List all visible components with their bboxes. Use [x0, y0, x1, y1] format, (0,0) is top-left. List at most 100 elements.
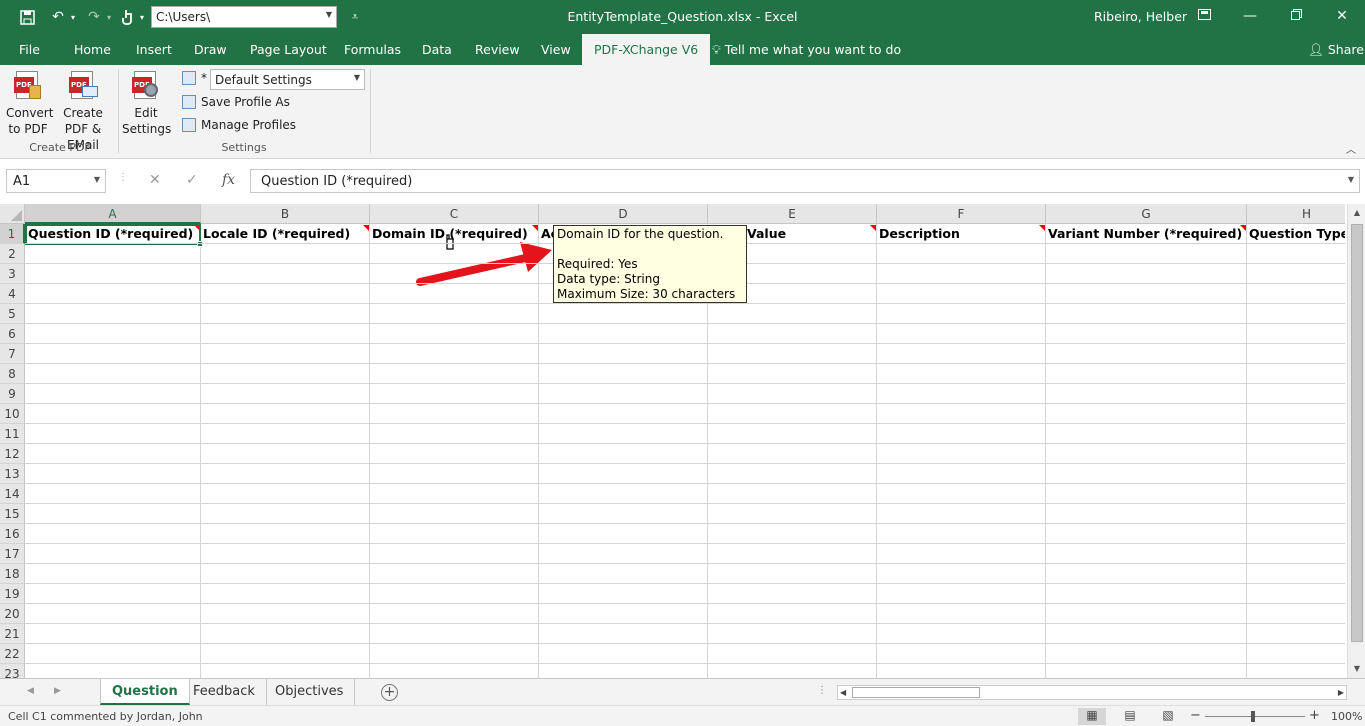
tab-insert[interactable]: Insert: [136, 42, 172, 57]
formula-input[interactable]: Question ID (*required) ▼: [250, 169, 1360, 193]
tell-me-search[interactable]: 💡︎ Tell me what you want to do: [712, 42, 901, 58]
ribbon-display-options-icon[interactable]: [1191, 4, 1217, 28]
horizontal-scrollbar[interactable]: ◀ ▶: [837, 685, 1347, 700]
chevron-down-icon[interactable]: ▼: [1348, 175, 1354, 184]
column-header[interactable]: G: [1046, 204, 1247, 224]
group-separator: [370, 69, 371, 153]
page-break-view-icon[interactable]: ▧: [1154, 708, 1182, 725]
scroll-thumb[interactable]: [1351, 224, 1363, 642]
tab-home[interactable]: Home: [74, 42, 111, 57]
column-header[interactable]: E: [708, 204, 877, 224]
column-header[interactable]: F: [877, 204, 1046, 224]
cell-f1[interactable]: Description: [876, 224, 1045, 244]
row-header[interactable]: 16: [0, 524, 25, 544]
insert-function-icon[interactable]: fx: [222, 172, 235, 188]
enter-icon[interactable]: ✓: [186, 172, 198, 188]
row-header[interactable]: 22: [0, 644, 25, 664]
column-header[interactable]: D: [539, 204, 708, 224]
active-cell-selection[interactable]: [25, 224, 203, 247]
row-header[interactable]: 6: [0, 324, 25, 344]
tab-draw[interactable]: Draw: [194, 42, 227, 57]
row-header[interactable]: 10: [0, 404, 25, 424]
profile-asterisk: *: [201, 71, 207, 85]
tab-data[interactable]: Data: [422, 42, 452, 57]
tab-view[interactable]: View: [541, 42, 571, 57]
column-header[interactable]: A: [25, 204, 201, 224]
convert-to-pdf-button[interactable]: PDF Convert to PDF: [6, 71, 54, 137]
page-layout-view-icon[interactable]: ▤: [1116, 708, 1144, 725]
scroll-left-icon[interactable]: ◀: [840, 686, 846, 699]
tab-review[interactable]: Review: [475, 42, 520, 57]
chevron-down-icon[interactable]: ▼: [354, 73, 360, 82]
grid-line: [25, 643, 1345, 644]
sheet-tab-objectives[interactable]: Objectives: [264, 679, 356, 705]
fill-handle[interactable]: [197, 241, 203, 247]
profile-icon: [182, 71, 196, 85]
edit-settings-button[interactable]: PDF Edit Settings: [122, 71, 171, 137]
save-profile-as-button[interactable]: Save Profile As: [182, 95, 290, 109]
column-header[interactable]: C: [370, 204, 539, 224]
profile-select[interactable]: Default Settings ▼: [210, 69, 365, 90]
zoom-level[interactable]: 100%: [1331, 710, 1362, 723]
cancel-icon[interactable]: ✕: [149, 172, 161, 188]
manage-profiles-button[interactable]: Manage Profiles: [182, 118, 296, 132]
vertical-scrollbar[interactable]: ▲ ▼: [1347, 204, 1365, 678]
chevron-down-icon[interactable]: ▼: [94, 175, 100, 184]
cell-e1[interactable]: Value: [744, 224, 876, 244]
column-header[interactable]: H: [1247, 204, 1345, 224]
collapse-ribbon-icon[interactable]: ︿: [1346, 141, 1356, 156]
name-box[interactable]: A1 ▼: [6, 169, 106, 193]
select-all-corner[interactable]: [0, 204, 25, 224]
column-header[interactable]: B: [201, 204, 370, 224]
grid-line: [25, 303, 1345, 304]
scroll-thumb[interactable]: [852, 687, 980, 698]
row-header[interactable]: 1: [0, 224, 25, 244]
zoom-in-icon[interactable]: +: [1309, 708, 1320, 723]
user-name[interactable]: Ribeiro, Helber: [1094, 9, 1187, 24]
row-header[interactable]: 23: [0, 664, 25, 678]
tab-page-layout[interactable]: Page Layout: [250, 42, 327, 57]
restore-icon[interactable]: [1283, 4, 1309, 28]
row-header[interactable]: 11: [0, 424, 25, 444]
worksheet-grid[interactable]: A B C D E F G H 1 2 3 4 5 6 7 8 9 10 11 12 13 14 15 16 1…: [0, 204, 1345, 678]
zoom-slider[interactable]: [1205, 716, 1305, 717]
row-header[interactable]: 13: [0, 464, 25, 484]
row-header[interactable]: 21: [0, 624, 25, 644]
cell-h1[interactable]: Question Type (*: [1246, 224, 1345, 244]
row-header[interactable]: 14: [0, 484, 25, 504]
row-header[interactable]: 20: [0, 604, 25, 624]
prev-sheet-icon[interactable]: ◀: [27, 686, 34, 696]
row-header[interactable]: 7: [0, 344, 25, 364]
scroll-up-icon[interactable]: ▲: [1351, 208, 1363, 217]
row-header[interactable]: 18: [0, 564, 25, 584]
next-sheet-icon[interactable]: ▶: [54, 686, 61, 696]
tab-file[interactable]: File: [19, 42, 40, 57]
close-icon[interactable]: ✕: [1329, 4, 1355, 28]
normal-view-icon[interactable]: ▦: [1078, 708, 1106, 725]
minimize-icon[interactable]: —: [1237, 4, 1263, 28]
row-header[interactable]: 17: [0, 544, 25, 564]
sheet-tab-question[interactable]: Question: [100, 679, 190, 705]
zoom-out-icon[interactable]: −: [1190, 708, 1201, 723]
share-button[interactable]: 👤︎ Share: [1308, 42, 1364, 58]
row-header[interactable]: 9: [0, 384, 25, 404]
cell-g1[interactable]: Variant Number (*required): [1045, 224, 1246, 244]
tab-pdf-xchange[interactable]: PDF-XChange V6: [582, 34, 711, 65]
row-header[interactable]: 8: [0, 364, 25, 384]
comment-indicator: [870, 225, 876, 231]
row-header[interactable]: 3: [0, 264, 25, 284]
row-header[interactable]: 19: [0, 584, 25, 604]
row-header[interactable]: 5: [0, 304, 25, 324]
zoom-slider-thumb[interactable]: [1251, 711, 1255, 722]
row-header[interactable]: 12: [0, 444, 25, 464]
convert-to-pdf-label: Convert to PDF: [6, 106, 54, 136]
scroll-down-icon[interactable]: ▼: [1351, 664, 1363, 673]
scroll-right-icon[interactable]: ▶: [1338, 686, 1344, 699]
tab-formulas[interactable]: Formulas: [344, 42, 401, 57]
row-header[interactable]: 15: [0, 504, 25, 524]
add-sheet-icon[interactable]: +: [381, 684, 398, 701]
cell-b1[interactable]: Locale ID (*required): [200, 224, 369, 244]
sheet-tab-feedback[interactable]: Feedback: [182, 679, 267, 705]
row-header[interactable]: 4: [0, 284, 25, 304]
row-header[interactable]: 2: [0, 244, 25, 264]
